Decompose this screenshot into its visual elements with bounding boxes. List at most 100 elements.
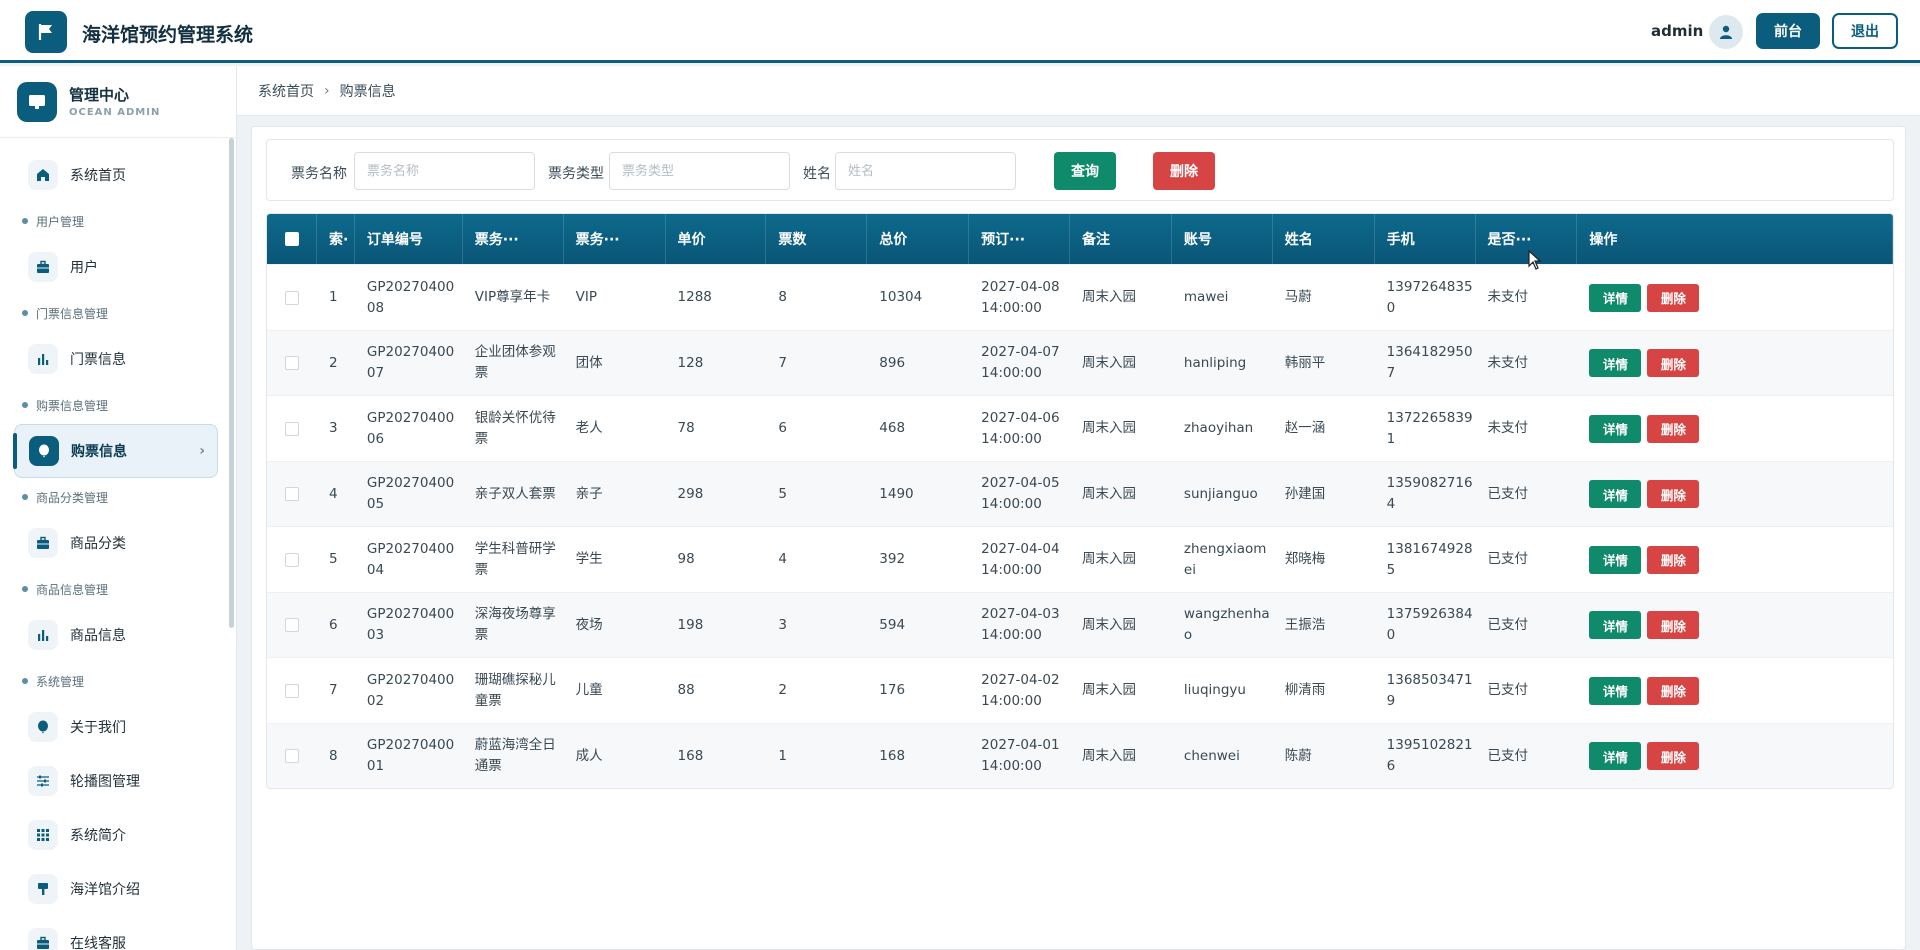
cell-text: 8 xyxy=(328,747,338,764)
user-icon[interactable] xyxy=(1709,15,1743,49)
table-header-cell[interactable]: 单价 xyxy=(666,214,767,264)
table-cell-count: 6 xyxy=(766,396,867,461)
delete-row-button[interactable]: 删除 xyxy=(1647,349,1700,377)
table-cell-order: GP2027040008 xyxy=(355,265,463,330)
table-cell-count: 7 xyxy=(766,331,867,396)
detail-button[interactable]: 详情 xyxy=(1589,480,1642,508)
table-header-cell[interactable]: 操作 xyxy=(1577,214,1893,264)
delete-row-button[interactable]: 删除 xyxy=(1647,283,1700,312)
delete-row-button[interactable]: 删除 xyxy=(1647,611,1700,639)
sidebar-group-text: 系统管理 xyxy=(36,674,85,689)
row-checkbox[interactable] xyxy=(285,421,299,436)
cell-text: 成人 xyxy=(575,747,603,764)
detail-button[interactable]: 详情 xyxy=(1589,545,1642,574)
delete-row-button[interactable]: 删除 xyxy=(1647,414,1700,443)
name-input[interactable] xyxy=(835,152,1016,190)
detail-button[interactable]: 详情 xyxy=(1589,349,1642,377)
breadcrumb-home[interactable]: 系统首页 xyxy=(258,81,314,101)
row-checkbox[interactable] xyxy=(285,356,299,370)
table-cell-idx: 6 xyxy=(317,593,355,658)
delete-row-button[interactable]: 删除 xyxy=(1647,676,1700,705)
sidebar-group-text: 商品信息管理 xyxy=(36,582,109,597)
cell-text: 2 xyxy=(328,354,338,371)
query-button[interactable]: 查询 xyxy=(1054,152,1116,190)
row-checkbox[interactable] xyxy=(285,290,299,305)
table-cell-account: chenwei xyxy=(1172,724,1273,789)
cell-text: 2027-04-06 14:00:00 xyxy=(981,409,1060,447)
row-checkbox[interactable] xyxy=(285,749,299,763)
cell-text: 未支付 xyxy=(1487,354,1529,371)
cell-text: 13972648350 xyxy=(1386,278,1473,316)
select-all-checkbox[interactable] xyxy=(285,232,299,246)
exit-button[interactable]: 退出 xyxy=(1832,13,1898,49)
sidebar-item[interactable]: 门票信息 xyxy=(0,332,230,386)
sidebar-item[interactable]: 系统首页 xyxy=(0,148,230,202)
detail-button[interactable]: 详情 xyxy=(1589,676,1642,705)
balloon-icon xyxy=(29,436,59,466)
table-header-cell[interactable]: 手机 xyxy=(1375,214,1476,264)
cell-text: 郑晓梅 xyxy=(1284,551,1326,567)
cell-text: 已支付 xyxy=(1487,747,1529,764)
flag-icon xyxy=(25,11,67,53)
sidebar-item[interactable]: 商品分类 xyxy=(0,516,230,570)
table-header-cell[interactable]: 票务··· xyxy=(564,214,666,264)
cell-text: 7 xyxy=(328,682,338,698)
sidebar-group-label: 门票信息管理 xyxy=(0,294,230,332)
sidebar-item[interactable]: 在线客服 xyxy=(0,916,230,950)
row-checkbox[interactable] xyxy=(285,683,299,698)
actions-cell: 详情 删除 xyxy=(1577,658,1893,723)
table-header-cell[interactable]: 订单编号 xyxy=(355,214,463,264)
sidebar-item[interactable]: 购票信息 › xyxy=(13,424,218,478)
table-cell-order: GP2027040007 xyxy=(355,331,463,396)
table-header-cell[interactable]: 预订··· xyxy=(969,214,1071,264)
detail-button[interactable]: 详情 xyxy=(1589,611,1642,639)
cell-text: 13641829507 xyxy=(1386,344,1473,381)
detail-button[interactable]: 详情 xyxy=(1589,283,1642,312)
table-header-cell[interactable]: 姓名 xyxy=(1273,214,1375,264)
app-title: 海洋馆预约管理系统 xyxy=(82,24,254,46)
sidebar-item[interactable]: 海洋馆介绍 xyxy=(0,862,230,916)
breadcrumb-current: 购票信息 xyxy=(339,83,396,100)
sidebar-item-label: 海洋馆介绍 xyxy=(70,882,140,898)
row-checkbox[interactable] xyxy=(285,487,299,501)
bar-chart-icon xyxy=(28,344,58,374)
table-header-cell[interactable]: 票数 xyxy=(766,214,868,264)
front-button[interactable]: 前台 xyxy=(1756,13,1820,49)
row-select-cell xyxy=(267,593,317,658)
sidebar-item[interactable]: 系统简介 xyxy=(0,808,230,862)
cell-text: GP2027040003 xyxy=(366,606,455,643)
table-header-cell[interactable]: 票务··· xyxy=(463,214,564,264)
cell-text: GP2027040001 xyxy=(366,737,455,774)
detail-button[interactable]: 详情 xyxy=(1589,742,1642,770)
table-header-cell[interactable]: 总价 xyxy=(867,214,970,264)
ticket-type-input[interactable] xyxy=(609,152,790,190)
sidebar-item[interactable]: 轮播图管理 xyxy=(0,754,230,808)
row-checkbox[interactable] xyxy=(285,552,299,567)
cell-text: 392 xyxy=(879,551,906,567)
delete-row-button[interactable]: 删除 xyxy=(1647,480,1700,508)
table-cell-name: 王振浩 xyxy=(1273,593,1375,658)
table-cell-count: 1 xyxy=(766,724,867,789)
table-row: 3 GP2027040006 银龄关怀优待票 老人 78 6 468 2027-04-06 1… xyxy=(267,395,1893,461)
table-header-cell[interactable]: 账号 xyxy=(1172,214,1273,264)
sidebar-item[interactable]: 用户 xyxy=(0,240,230,294)
table-header-cell[interactable]: 备注 xyxy=(1070,214,1172,264)
delete-row-button[interactable]: 删除 xyxy=(1647,545,1700,574)
batch-delete-button[interactable]: 删除 xyxy=(1153,152,1215,190)
cell-text: 已支付 xyxy=(1487,616,1529,633)
ticket-name-input[interactable] xyxy=(354,152,535,190)
table-header-cell[interactable]: 是否··· xyxy=(1476,214,1578,264)
table-header-cell[interactable]: 索· xyxy=(317,214,355,264)
detail-button[interactable]: 详情 xyxy=(1589,414,1642,443)
sidebar-item[interactable]: 关于我们 xyxy=(0,700,230,754)
table-cell-ticket_type: 学生 xyxy=(564,527,666,592)
main-panel: 票务名称 票务类型 姓名 查询 删除 索·订单编号票务···票务···单价票数总… xyxy=(251,126,1906,950)
sidebar-item[interactable]: 商品信息 xyxy=(0,608,230,662)
cell-text: 周末入园 xyxy=(1082,485,1137,502)
cell-text: 168 xyxy=(879,747,906,764)
row-checkbox[interactable] xyxy=(285,618,299,632)
table-body: 1 GP2027040008 VIP尊享年卡 VIP 1288 8 10304 2027-04… xyxy=(267,264,1893,788)
cell-text: 团体 xyxy=(575,354,603,371)
delete-row-button[interactable]: 删除 xyxy=(1647,742,1700,770)
actions-cell: 详情 删除 xyxy=(1577,593,1893,658)
